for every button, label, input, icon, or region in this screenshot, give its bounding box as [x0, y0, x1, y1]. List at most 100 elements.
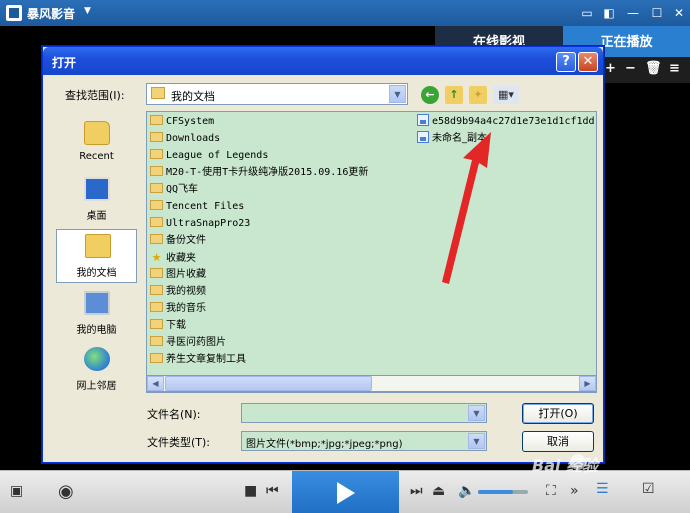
up-folder-icon[interactable]: ↑ — [445, 86, 463, 104]
place-desktop[interactable]: 桌面 — [56, 173, 137, 227]
chevron-down-icon[interactable]: ▼ — [84, 6, 91, 16]
folder-icon — [151, 87, 165, 99]
playlist-icon[interactable]: ☰ — [596, 481, 609, 497]
list-item[interactable]: 我的视频 — [150, 284, 206, 300]
settings-check-icon[interactable]: ☑ — [642, 481, 655, 497]
place-my-documents[interactable]: 我的文档 — [56, 229, 137, 283]
place-network[interactable]: 网上邻居 — [56, 343, 137, 397]
toolbox-icon[interactable]: ▣ — [10, 483, 23, 499]
app-title[interactable]: 暴风影音 — [27, 5, 75, 22]
add-icon[interactable]: + — [605, 61, 616, 76]
app-logo-icon — [6, 5, 22, 21]
file-list[interactable]: CFSystem Downloads League of Legends M20… — [146, 111, 597, 393]
dialog-title: 打开 — [52, 56, 77, 70]
filetype-label: 文件类型(T): — [147, 436, 211, 449]
favorites-star-icon: ★ — [151, 251, 162, 264]
folder-icon — [150, 319, 163, 329]
eye-icon[interactable]: ◉ — [58, 481, 74, 502]
folder-icon — [150, 353, 163, 363]
stop-icon[interactable]: ■ — [244, 483, 257, 499]
filetype-select[interactable]: 图片文件(*bmp;*jpg;*jpeg;*png) ▼ — [241, 431, 487, 451]
dialog-close-button[interactable]: ✕ — [578, 52, 598, 72]
maximize-icon[interactable]: ☐ — [648, 4, 666, 22]
list-item[interactable]: 我的音乐 — [150, 301, 206, 317]
list-item[interactable]: M20-T-使用T卡升级纯净版2015.09.16更新 — [150, 165, 368, 181]
close-icon[interactable]: ✕ — [670, 4, 688, 22]
folder-icon — [150, 149, 163, 159]
recent-folder-icon — [84, 121, 110, 145]
watermark: Bai 经验 — [532, 452, 682, 476]
view-menu-icon[interactable]: ▦▾ — [493, 86, 519, 104]
place-label: 我的电脑 — [76, 325, 117, 336]
help-button[interactable]: ? — [556, 52, 576, 72]
back-icon[interactable]: ← — [421, 86, 439, 104]
list-item[interactable]: 养生文章复制工具 — [150, 352, 246, 368]
video-folder-icon — [150, 285, 163, 295]
play-icon — [337, 482, 355, 504]
minimize-icon[interactable]: — — [624, 4, 642, 22]
message-icon[interactable]: ▭ — [578, 4, 596, 22]
list-item[interactable]: 下载 — [150, 318, 186, 334]
places-bar: Recent 桌面 我的文档 我的电脑 网上邻居 — [54, 113, 139, 407]
previous-icon[interactable]: ⏮ — [266, 483, 279, 499]
look-in-label: 查找范围(I): — [65, 89, 125, 102]
list-item[interactable]: League of Legends — [150, 148, 268, 164]
eject-icon[interactable]: ⏏ — [432, 483, 445, 499]
place-label: Recent — [79, 151, 114, 162]
list-item[interactable]: 寻医问药图片 — [150, 335, 226, 351]
scroll-left-icon[interactable]: ◀ — [147, 376, 164, 391]
trash-icon[interactable]: 🗑 — [645, 61, 662, 76]
folder-icon — [150, 183, 163, 193]
chevron-down-icon[interactable]: ▼ — [389, 85, 406, 103]
double-chevron-icon[interactable]: » — [570, 483, 579, 499]
fullscreen-icon[interactable]: ⛶ — [546, 483, 556, 499]
list-item[interactable]: Downloads — [150, 131, 220, 147]
chevron-down-icon[interactable]: ▼ — [468, 405, 485, 421]
network-globe-icon — [84, 347, 110, 371]
volume-fill — [478, 490, 513, 494]
folder-icon — [150, 234, 163, 244]
list-item[interactable]: Tencent Files — [150, 199, 244, 215]
volume-icon[interactable]: 🔈 — [458, 483, 475, 499]
volume-slider[interactable] — [478, 490, 528, 494]
scrollbar-thumb[interactable] — [165, 376, 372, 391]
look-in-select[interactable]: 我的文档 ▼ — [146, 83, 408, 105]
filename-input[interactable]: ▼ — [241, 403, 487, 423]
horizontal-scrollbar[interactable]: ◀ ▶ — [146, 375, 597, 392]
scroll-right-icon[interactable]: ▶ — [579, 376, 596, 391]
music-folder-icon — [150, 302, 163, 312]
computer-icon — [84, 291, 110, 315]
place-my-computer[interactable]: 我的电脑 — [56, 287, 137, 341]
new-folder-icon[interactable]: ✦ — [469, 86, 487, 104]
play-button[interactable] — [292, 471, 399, 513]
next-icon[interactable]: ⏭ — [410, 483, 423, 499]
list-item[interactable]: ★ 收藏夹 — [150, 250, 196, 266]
cancel-button[interactable]: 取消 — [522, 431, 594, 452]
documents-folder-icon — [85, 234, 111, 258]
look-in-value: 我的文档 — [171, 90, 215, 103]
list-item[interactable]: 图片收藏 — [150, 267, 206, 283]
dialog-title-bar[interactable]: 打开 ? ✕ — [43, 47, 603, 75]
place-label: 我的文档 — [76, 268, 117, 279]
folder-icon — [150, 217, 163, 227]
list-item[interactable]: 未命名_副本 — [417, 131, 487, 147]
image-file-icon — [417, 114, 429, 126]
list-item[interactable]: e58d9b94a4c27d1e73e1d1cf1dd — [417, 114, 595, 130]
list-item[interactable]: 备份文件 — [150, 233, 206, 249]
baidu-paw-icon — [570, 454, 586, 470]
skin-icon[interactable]: ◧ — [600, 4, 618, 22]
image-file-icon — [417, 131, 429, 143]
chevron-down-icon[interactable]: ▼ — [468, 433, 485, 449]
open-file-dialog: 打开 ? ✕ 查找范围(I): 我的文档 ▼ ← ↑ ✦ ▦▾ Recent 桌… — [42, 46, 604, 463]
place-recent[interactable]: Recent — [56, 117, 137, 171]
player-title-bar: 暴风影音 ▼ ▭ ◧ — ☐ ✕ — [0, 0, 690, 26]
remove-icon[interactable]: − — [625, 61, 636, 76]
list-item[interactable]: CFSystem — [150, 114, 214, 130]
list-mode-icon[interactable]: ≡ — [669, 61, 680, 76]
folder-icon — [150, 336, 163, 346]
list-item[interactable]: UltraSnapPro23 — [150, 216, 250, 232]
desktop-icon — [84, 177, 110, 201]
open-button[interactable]: 打开(O) — [522, 403, 594, 424]
filename-label: 文件名(N): — [147, 408, 201, 421]
list-item[interactable]: QQ飞车 — [150, 182, 198, 198]
